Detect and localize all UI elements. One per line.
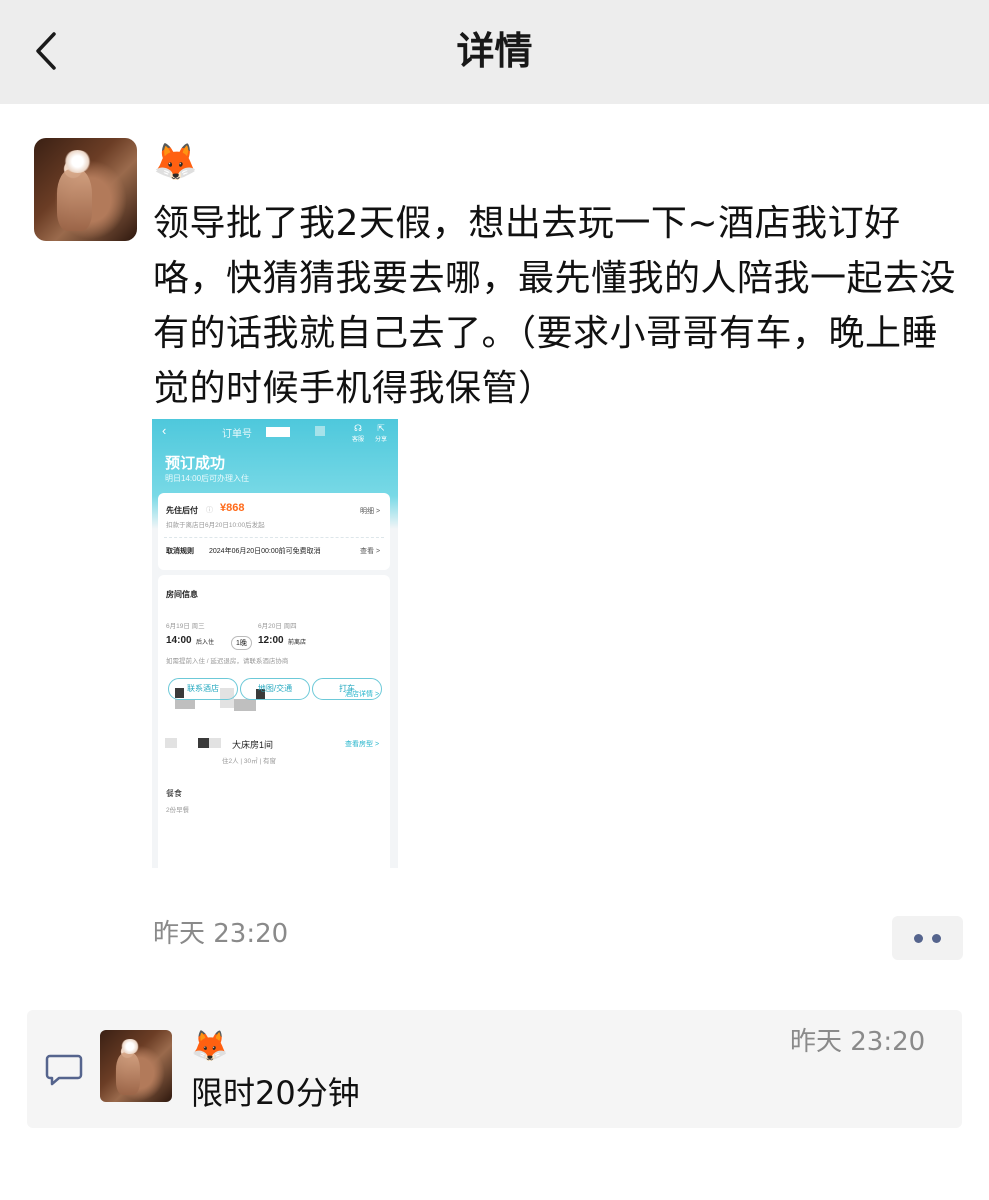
comment-bubble-icon <box>45 1054 83 1086</box>
screenshot-contact-hotel-button: 联系酒店 <box>168 678 238 700</box>
dot-icon <box>914 934 923 943</box>
screenshot-map-button: 地图/交通 <box>240 678 310 700</box>
page-title: 详情 <box>456 29 533 73</box>
post-image-hotel-order[interactable]: ‹ 订单号 ☊ 客服 ⇱ 分享 预订成功 明日14:00后可办理入住 先住后付 ⓘ … <box>152 419 398 868</box>
comment-item[interactable]: 🦊 昨天 23:20 限时20分钟 <box>27 1010 962 1128</box>
screenshot-taxi-button: 打车 <box>312 678 382 700</box>
screenshot-service-icon: ☊ 客服 <box>351 423 364 443</box>
comment-author-name[interactable]: 🦊 <box>191 1027 228 1067</box>
screenshot-payment-card: 先住后付 ⓘ ¥868 明细 > 扣款于离店日6月20日10:00后发起 取消规… <box>158 493 390 570</box>
screenshot-subtitle: 明日14:00后可办理入住 <box>165 474 250 483</box>
comment-timestamp: 昨天 23:20 <box>790 1027 926 1057</box>
screenshot-room-card: 房间信息 6月19日 周三 6月20日 周四 14:00 后入住 1晚 12:0… <box>158 575 390 868</box>
dot-icon <box>932 934 941 943</box>
screenshot-share-icon: ⇱ 分享 <box>374 423 387 443</box>
screenshot-back-icon: ‹ <box>162 423 167 438</box>
comment-text: 限时20分钟 <box>191 1074 360 1112</box>
more-actions-button[interactable] <box>892 916 963 960</box>
post-author-name[interactable]: 🦊 <box>153 143 198 183</box>
post-author-avatar[interactable] <box>34 138 137 241</box>
post-timestamp: 昨天 23:20 <box>153 919 289 949</box>
screenshot-order-label: 订单号 <box>222 429 252 440</box>
screenshot-title: 预订成功 <box>165 455 226 472</box>
comment-author-avatar[interactable] <box>100 1030 172 1102</box>
post-text: 领导批了我2天假，想出去玩一下~酒店我订好咯，快猜猜我要去哪，最先懂我的人陪我一… <box>153 203 957 409</box>
top-nav-bar: 详情 <box>0 0 989 104</box>
